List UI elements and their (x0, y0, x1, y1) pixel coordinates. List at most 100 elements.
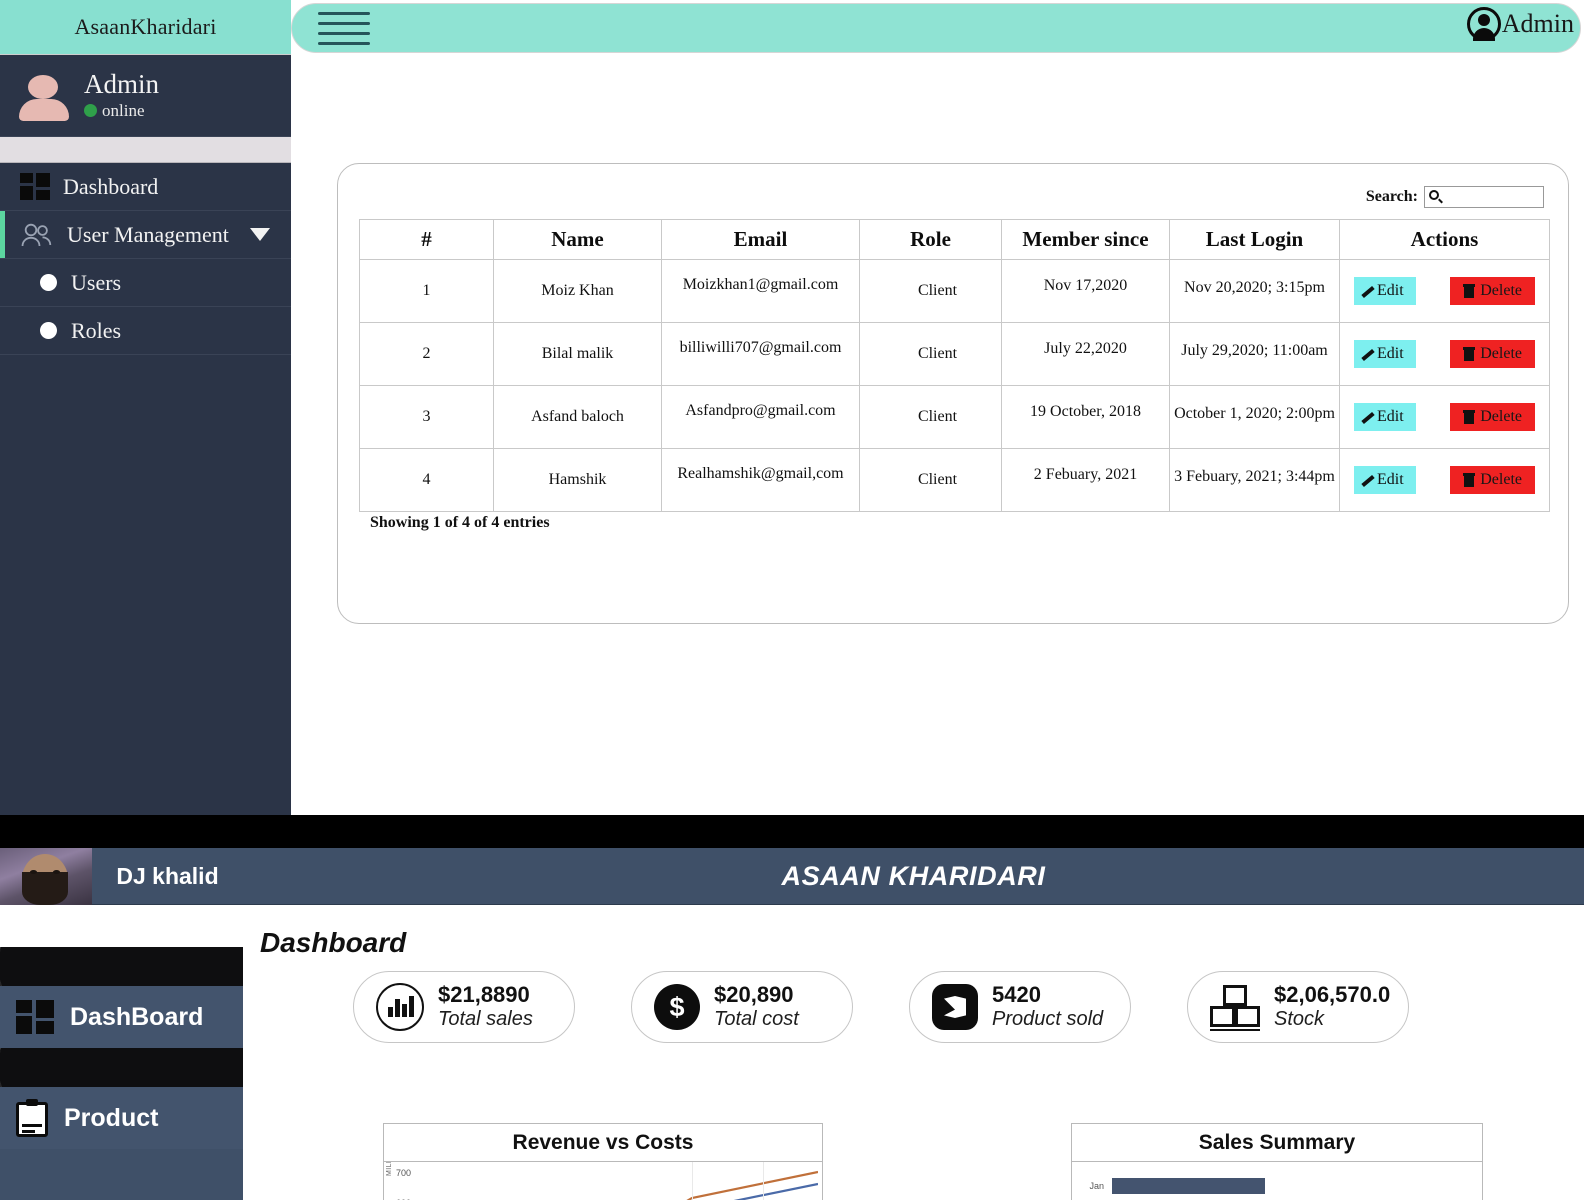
col-last-login: Last Login (1169, 219, 1340, 260)
trash-icon (1463, 284, 1476, 298)
cell-actions: Edit Delete (1339, 385, 1550, 449)
sidebar-subitem-label: Users (71, 269, 122, 295)
sidebar-user-name: DJ khalid (116, 862, 219, 889)
stat-card-total-cost[interactable]: $ $20,890 Total cost (631, 971, 853, 1043)
table-row: 1 Moiz Khan Moizkhan1@gmail.com Client N… (359, 259, 1550, 323)
cell-last-login: 3 Febuary, 2021; 3:44pm (1169, 448, 1340, 512)
search-icon (1429, 190, 1443, 204)
trash-icon (1463, 410, 1476, 424)
chart-plot-area: Jan Feb Mar (1072, 1162, 1482, 1200)
screenshot-separator (0, 815, 1584, 848)
stat-cards: $21,8890 Total sales $ $20,890 Total cos… (353, 971, 1573, 1043)
table-row: 3 Asfand baloch Asfandpro@gmail.com Clie… (359, 385, 1550, 449)
delete-button-label: Delete (1480, 282, 1522, 299)
edit-button[interactable]: Edit (1354, 403, 1416, 431)
stat-card-product-sold[interactable]: 5420 Product sold (909, 971, 1131, 1043)
chart-y-axis-label: MILLIONS (386, 1162, 393, 1176)
edit-button-label: Edit (1377, 408, 1404, 425)
dashboard-screen: DJ khalid DashBoard Product ASAAN KHARID… (0, 848, 1584, 1200)
stat-value: $20,890 (714, 982, 794, 1008)
cell-number: 1 (359, 259, 494, 323)
top-bar: Admin (291, 3, 1581, 53)
sidebar-divider (0, 137, 291, 163)
profile-name: Admin (84, 69, 160, 100)
cell-name: Bilal malik (493, 322, 662, 386)
edit-button-label: Edit (1377, 471, 1404, 488)
edit-button[interactable]: Edit (1354, 466, 1416, 494)
profile-status-label: online (102, 100, 145, 120)
users-icon (20, 222, 54, 248)
cell-member-since: 2 Febuary, 2021 (1001, 448, 1170, 512)
sidebar-item-roles[interactable]: Roles (0, 307, 291, 355)
delete-button[interactable]: Delete (1450, 340, 1535, 368)
user-circle-icon (1466, 7, 1501, 41)
cell-role: Client (859, 448, 1002, 512)
cell-role: Client (859, 322, 1002, 386)
sidebar-subitem-label: Roles (71, 317, 122, 343)
grid-icon (20, 173, 50, 200)
stat-label: Product sold (992, 1008, 1104, 1031)
cell-role: Client (859, 385, 1002, 449)
edit-button-label: Edit (1377, 345, 1404, 362)
sidebar-texture-strip (0, 947, 243, 986)
stat-value: $21,8890 (438, 982, 530, 1008)
cell-last-login: Nov 20,2020; 3:15pm (1169, 259, 1340, 323)
cell-actions: Edit Delete (1339, 322, 1550, 386)
stat-value: 5420 (992, 982, 1041, 1008)
y-tick: 700 (396, 1168, 412, 1178)
col-role: Role (859, 219, 1002, 260)
cell-email: Moizkhan1@gmail.com (661, 259, 860, 323)
col-actions: Actions (1339, 219, 1550, 260)
app-title: ASAAN KHARIDARI (781, 860, 1046, 891)
users-table: # Name Email Role Member since Last Logi… (359, 219, 1550, 512)
col-email: Email (661, 219, 860, 260)
bullet-icon (40, 274, 57, 291)
table-row: 4 Hamshik Realhamshik@gmail,com Client 2… (359, 448, 1550, 512)
app-brand: AsaanKharidari (0, 0, 291, 55)
box-open-icon (932, 984, 978, 1030)
sidebar-item-dashboard[interactable]: Dashboard (0, 163, 291, 211)
online-status-dot (84, 104, 97, 118)
trash-icon (1463, 347, 1476, 361)
sidebar-item-product[interactable]: Product (0, 1087, 243, 1149)
cell-member-since: 19 October, 2018 (1001, 385, 1170, 449)
edit-button[interactable]: Edit (1354, 340, 1416, 368)
delete-button[interactable]: Delete (1450, 277, 1535, 305)
search-input[interactable] (1424, 186, 1544, 208)
cell-email: Asfandpro@gmail.com (661, 385, 860, 449)
dashboard-main: Dashboard $21,8890 Total sales $ $20,890… (243, 905, 1584, 1200)
hamburger-icon[interactable] (318, 12, 370, 46)
pencil-icon (1360, 347, 1375, 362)
sidebar-item-user-management[interactable]: User Management (0, 211, 291, 259)
cell-member-since: Nov 17,2020 (1001, 259, 1170, 323)
col-member-since: Member since (1001, 219, 1170, 260)
table-entries-info: Showing 1 of 4 of 4 entries (370, 514, 550, 531)
sidebar-blank-strip (0, 905, 243, 947)
stat-label: Total cost (714, 1008, 799, 1031)
admin-label: Admin (1501, 9, 1574, 38)
sidebar-user-block: DJ khalid (0, 848, 243, 905)
cell-name: Asfand baloch (493, 385, 662, 449)
dollar-icon: $ (654, 984, 700, 1030)
cell-member-since: July 22,2020 (1001, 322, 1170, 386)
col-number: # (359, 219, 494, 260)
sidebar-item-dashboard[interactable]: DashBoard (0, 986, 243, 1048)
dashboard-top-bar: ASAAN KHARIDARI (243, 848, 1584, 905)
users-table-card: Search: # Name Email Role Member since L… (337, 163, 1569, 624)
stat-card-total-sales[interactable]: $21,8890 Total sales (353, 971, 575, 1043)
sidebar: AsaanKharidari Admin online Dashboard Us… (0, 0, 291, 815)
delete-button[interactable]: Delete (1450, 466, 1535, 494)
cell-role: Client (859, 259, 1002, 323)
grid-icon (16, 1000, 54, 1034)
avatar (0, 848, 92, 905)
stat-card-stock[interactable]: $2,06,570.0 Stock (1187, 971, 1409, 1043)
cell-number: 4 (359, 448, 494, 512)
sidebar-item-label: Dashboard (63, 173, 159, 199)
chevron-down-icon[interactable] (249, 228, 270, 241)
edit-button[interactable]: Edit (1354, 277, 1416, 305)
sidebar-item-users[interactable]: Users (0, 259, 291, 307)
profile-block: Admin online (0, 55, 291, 137)
delete-button[interactable]: Delete (1450, 403, 1535, 431)
cell-number: 3 (359, 385, 494, 449)
admin-menu[interactable]: Admin (1466, 7, 1574, 41)
